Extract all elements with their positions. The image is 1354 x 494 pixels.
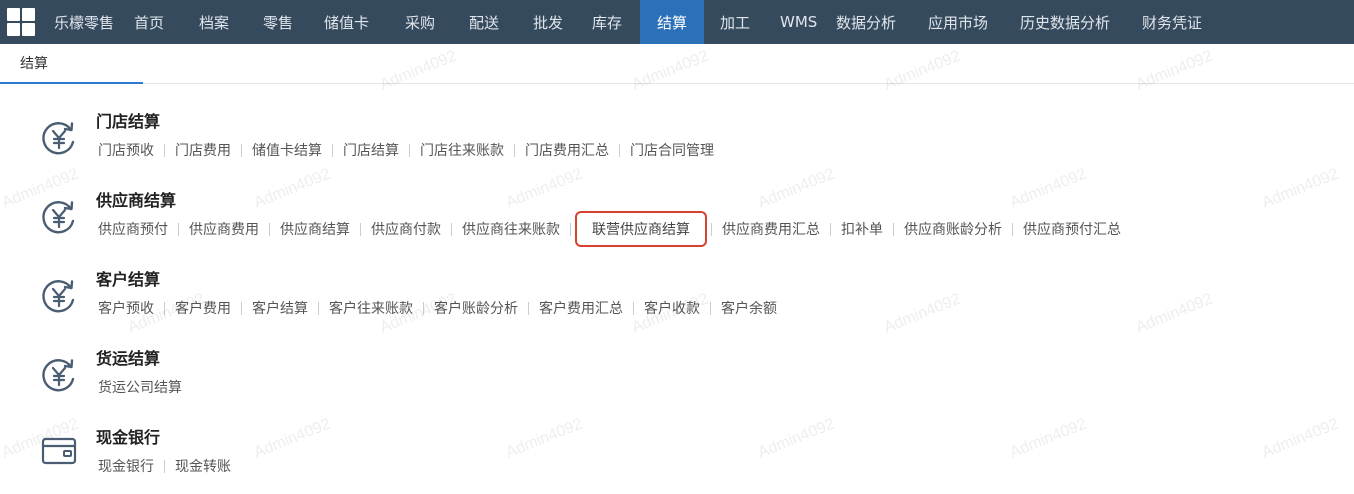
divider [332,143,333,157]
link-customer-prepayment[interactable]: 客户预收 [96,298,156,318]
link-store-settlement[interactable]: 门店结算 [341,140,401,160]
yen-cycle-icon [42,359,75,392]
link-freight-company-settlement[interactable]: 货运公司结算 [96,377,184,397]
link-customer-expense-summary[interactable]: 客户费用汇总 [537,298,625,318]
app-grid-logo-icon[interactable] [0,0,42,44]
divider [241,301,242,315]
link-store-expense-summary[interactable]: 门店费用汇总 [523,140,611,160]
link-supplier-payment[interactable]: 供应商付款 [369,219,443,239]
link-cash-transfer[interactable]: 现金转账 [173,456,233,476]
link-customer-collection[interactable]: 客户收款 [642,298,702,318]
section-cash-bank: 现金银行 现金银行 现金转账 [0,422,1354,494]
link-row: 客户预收 客户费用 客户结算 客户往来账款 客户账龄分析 客户费用汇总 客户收款… [96,298,779,318]
nav-item-history-data-analysis[interactable]: 历史数据分析 [1020,0,1142,44]
divider [514,143,515,157]
nav-item-app-market[interactable]: 应用市场 [928,0,1020,44]
link-row: 供应商预付 供应商费用 供应商结算 供应商付款 供应商往来账款 联营供应商结算 … [96,211,1123,247]
section-title: 客户结算 [96,270,161,289]
link-supplier-current-accounts[interactable]: 供应商往来账款 [460,219,562,239]
link-stored-value-card-settlement[interactable]: 储值卡结算 [250,140,324,160]
link-row: 货运公司结算 [96,377,184,397]
divider [710,301,711,315]
divider [570,222,571,236]
nav-item-inventory[interactable]: 库存 [592,0,640,44]
divider [528,301,529,315]
link-store-expense[interactable]: 门店费用 [173,140,233,160]
link-supplier-aging-analysis[interactable]: 供应商账龄分析 [902,219,1004,239]
top-navigation-bar: 乐檬零售 首页 档案 零售 储值卡 采购 配送 批发 库存 结算 加工 WMS … [0,0,1354,44]
link-supplier-expense-summary[interactable]: 供应商费用汇总 [720,219,822,239]
section-customer-settlement: 客户结算 客户预收 客户费用 客户结算 客户往来账款 客户账龄分析 客户费用汇总… [0,264,1354,342]
nav-item-finance-voucher[interactable]: 财务凭证 [1142,0,1222,44]
divider [893,222,894,236]
nav-item-purchase[interactable]: 采购 [402,0,466,44]
nav-item-processing[interactable]: 加工 [704,0,766,44]
section-freight-settlement: 货运结算 货运公司结算 [0,343,1354,421]
link-store-contract-management[interactable]: 门店合同管理 [628,140,716,160]
nav-item-distribution[interactable]: 配送 [466,0,530,44]
link-customer-current-accounts[interactable]: 客户往来账款 [327,298,415,318]
divider [409,143,410,157]
section-title: 供应商结算 [96,191,177,210]
divider [178,222,179,236]
link-joint-supplier-settlement[interactable]: 联营供应商结算 [575,211,707,247]
nav-item-retail[interactable]: 零售 [260,0,324,44]
link-store-prepayment[interactable]: 门店预收 [96,140,156,160]
nav-item-stored-value-card[interactable]: 储值卡 [324,0,402,44]
section-store-settlement: 门店结算 门店预收 门店费用 储值卡结算 门店结算 门店往来账款 门店费用汇总 … [0,106,1354,184]
section-title: 货运结算 [96,349,161,368]
tab-strip: 结算 [0,44,1354,84]
divider [711,222,712,236]
divider [633,301,634,315]
nav-brand[interactable]: 乐檬零售 [42,0,134,44]
link-row: 门店预收 门店费用 储值卡结算 门店结算 门店往来账款 门店费用汇总 门店合同管… [96,140,716,160]
divider [241,143,242,157]
divider [1012,222,1013,236]
divider [360,222,361,236]
link-supplier-expense[interactable]: 供应商费用 [187,219,261,239]
section-title: 门店结算 [96,112,161,131]
nav-item-home[interactable]: 首页 [134,0,196,44]
link-customer-expense[interactable]: 客户费用 [173,298,233,318]
nav-item-settlement[interactable]: 结算 [640,0,704,44]
divider [164,459,165,473]
tab-settlement[interactable]: 结算 [0,44,143,84]
link-supplier-prepayment[interactable]: 供应商预付 [96,219,170,239]
divider [164,301,165,315]
nav-item-wms[interactable]: WMS [766,0,836,44]
nav-item-data-analysis[interactable]: 数据分析 [836,0,928,44]
yen-cycle-icon [42,280,75,313]
section-title: 现金银行 [96,428,161,447]
divider [318,301,319,315]
link-cash-bank[interactable]: 现金银行 [96,456,156,476]
divider [451,222,452,236]
divider [423,301,424,315]
link-supplier-prepayment-summary[interactable]: 供应商预付汇总 [1021,219,1123,239]
link-customer-settlement[interactable]: 客户结算 [250,298,310,318]
nav-item-wholesale[interactable]: 批发 [530,0,592,44]
yen-cycle-icon [42,122,75,155]
wallet-card-icon [41,437,77,465]
divider [164,143,165,157]
divider [269,222,270,236]
divider [619,143,620,157]
link-row: 现金银行 现金转账 [96,456,233,476]
link-supplier-settlement[interactable]: 供应商结算 [278,219,352,239]
divider [830,222,831,236]
yen-cycle-icon [42,201,75,234]
link-deduction-voucher[interactable]: 扣补单 [839,219,885,239]
section-supplier-settlement: 供应商结算 供应商预付 供应商费用 供应商结算 供应商付款 供应商往来账款 联营… [0,185,1354,263]
link-store-current-accounts[interactable]: 门店往来账款 [418,140,506,160]
nav-item-archive[interactable]: 档案 [196,0,260,44]
link-customer-aging-analysis[interactable]: 客户账龄分析 [432,298,520,318]
link-customer-balance[interactable]: 客户余额 [719,298,779,318]
